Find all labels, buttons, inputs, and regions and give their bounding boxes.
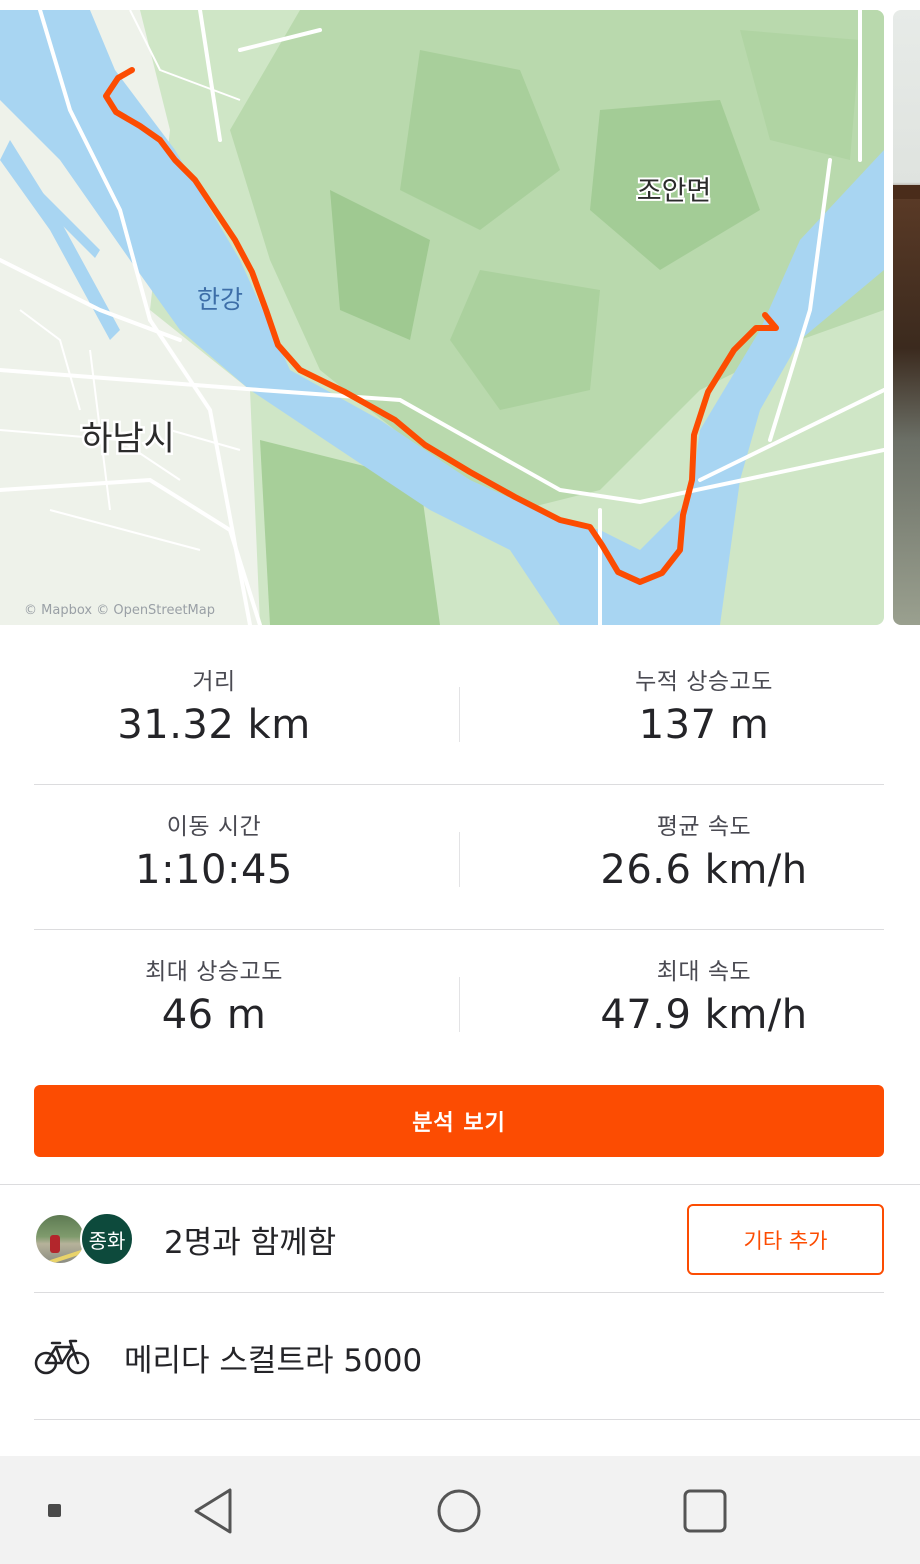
- recents-icon[interactable]: [682, 1488, 728, 1534]
- map-label-hangang: 한강: [197, 285, 243, 314]
- stat-value: 47.9 km/h: [600, 992, 808, 1038]
- view-analysis-button[interactable]: 분석 보기: [34, 1085, 884, 1157]
- stat-row: 거리 31.32 km 누적 상승고도 137 m: [34, 640, 884, 785]
- group-activity-row[interactable]: 종화 2명과 함께함 기타 추가: [34, 1185, 884, 1293]
- home-icon[interactable]: [436, 1488, 482, 1534]
- avatar[interactable]: [34, 1213, 86, 1265]
- activity-photo-peek[interactable]: [893, 10, 920, 625]
- stat-value: 137 m: [638, 702, 770, 748]
- avatar[interactable]: 종화: [80, 1212, 134, 1266]
- map-label-joan: 조안면: [637, 176, 712, 207]
- stat-label: 거리: [192, 669, 236, 695]
- add-others-button[interactable]: 기타 추가: [687, 1204, 884, 1275]
- stats-grid: 거리 31.32 km 누적 상승고도 137 m 이동 시간 1:10:45 …: [34, 640, 884, 1075]
- map-label-hanam: 하남시: [81, 419, 175, 459]
- gear-row[interactable]: 메리다 스컬트라 5000: [34, 1294, 920, 1420]
- square-dot-icon[interactable]: [48, 1504, 61, 1517]
- stat-label: 누적 상승고도: [635, 669, 773, 695]
- stat-moving-time: 이동 시간 1:10:45: [34, 785, 394, 893]
- group-activity-text[interactable]: 2명과 함께함: [164, 1185, 336, 1293]
- map-attribution: © Mapbox © OpenStreetMap: [24, 603, 215, 618]
- stat-row: 최대 상승고도 46 m 최대 속도 47.9 km/h: [34, 930, 884, 1075]
- back-icon[interactable]: [190, 1486, 238, 1536]
- stat-row: 이동 시간 1:10:45 평균 속도 26.6 km/h: [34, 785, 884, 930]
- stat-avg-speed: 평균 속도 26.6 km/h: [424, 785, 920, 893]
- stat-label: 평균 속도: [656, 814, 752, 840]
- stat-value: 26.6 km/h: [600, 847, 808, 893]
- stat-elevation-gain: 누적 상승고도 137 m: [424, 640, 920, 748]
- stat-value: 46 m: [161, 992, 267, 1038]
- route-map[interactable]: 조안면 한강 하남시 © Mapbox © OpenStreetMap: [0, 10, 884, 625]
- stat-label: 최대 상승고도: [145, 959, 283, 985]
- stat-value: 31.32 km: [117, 702, 311, 748]
- stat-value: 1:10:45: [135, 847, 293, 893]
- bike-name[interactable]: 메리다 스컬트라 5000: [124, 1294, 422, 1420]
- stat-max-speed: 최대 속도 47.9 km/h: [424, 930, 920, 1038]
- stat-distance: 거리 31.32 km: [34, 640, 394, 748]
- stat-max-elevation: 최대 상승고도 46 m: [34, 930, 394, 1038]
- stat-label: 이동 시간: [166, 814, 262, 840]
- bike-icon: [34, 1339, 90, 1375]
- stat-label: 최대 속도: [656, 959, 752, 985]
